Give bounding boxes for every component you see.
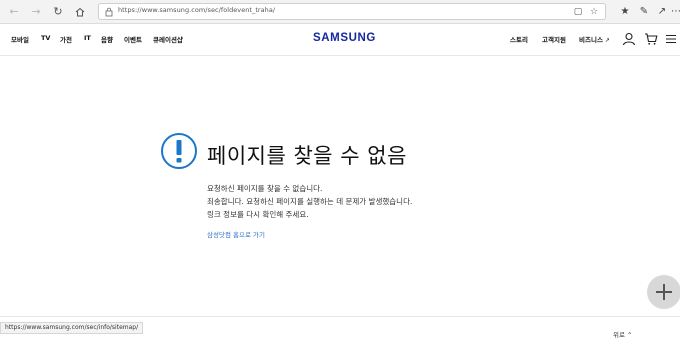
nav-item-it[interactable]: IT [84, 34, 91, 42]
favorites-icon[interactable]: ★ [617, 4, 633, 20]
nav-item-event[interactable]: 이벤트 [124, 34, 142, 44]
more-icon[interactable]: ⋯ [668, 4, 680, 20]
site-header: 모바일 TV 가전 IT 음향 이벤트 큐레이션샵 SAMSUNG 스토리 고객… [0, 24, 680, 56]
address-bar[interactable]: https://www.samsung.com/sec/foldevent_tr… [98, 3, 606, 20]
error-message-line-3: 링크 정보를 다시 확인해 주세요. [207, 210, 309, 219]
util-support-link[interactable]: 고객지원 [542, 34, 566, 44]
floating-add-button[interactable] [647, 275, 680, 309]
nav-item-audio[interactable]: 음향 [101, 34, 113, 44]
samsung-logo[interactable]: SAMSUNG [313, 32, 376, 44]
nav-item-tv[interactable]: TV [41, 34, 50, 42]
scroll-to-top-button[interactable]: 위로 ⌃ [613, 329, 633, 339]
home-icon[interactable] [72, 4, 88, 20]
util-business-label: 비즈니스 [579, 36, 603, 44]
refresh-icon[interactable]: ↻ [50, 4, 66, 20]
error-title: 페이지를 찾을 수 없음 [207, 144, 407, 168]
reader-view-icon[interactable]: ▢ [571, 5, 585, 19]
scroll-to-top-label: 위로 [613, 331, 625, 339]
back-arrow-icon[interactable]: ← [6, 4, 22, 20]
nav-item-curation-shop[interactable]: 큐레이션샵 [153, 34, 183, 44]
util-business-link[interactable]: 비즈니스 ↗ [579, 34, 610, 44]
url-text[interactable]: https://www.samsung.com/sec/foldevent_tr… [118, 6, 275, 14]
pen-icon[interactable]: ✎ [636, 4, 652, 20]
account-icon[interactable] [622, 32, 636, 46]
lock-icon [105, 7, 113, 17]
favorite-star-icon[interactable]: ☆ [587, 5, 601, 19]
nav-item-appliance[interactable]: 가전 [60, 34, 72, 44]
exclamation-icon [161, 133, 197, 169]
forward-arrow-icon[interactable]: → [28, 4, 44, 20]
error-message-line-1: 요청하신 페이지를 찾을 수 없습니다. [207, 184, 323, 193]
menu-icon[interactable] [664, 32, 678, 46]
chevron-up-icon: ⌃ [627, 331, 633, 339]
status-bar-url: https://www.samsung.com/sec/info/sitemap… [0, 322, 144, 334]
cart-icon[interactable] [644, 32, 658, 46]
util-story-link[interactable]: 스토리 [510, 34, 528, 44]
external-link-icon: ↗ [602, 37, 610, 44]
error-message-line-2: 죄송합니다. 요청하신 페이지를 실행하는 데 문제가 발생했습니다. [207, 197, 413, 206]
browser-toolbar: ← → ↻ https://www.samsung.com/sec/foldev… [0, 0, 680, 24]
home-link[interactable]: 삼성닷컴 홈으로 가기 [207, 229, 265, 239]
nav-item-mobile[interactable]: 모바일 [11, 34, 29, 44]
plus-icon-vertical [663, 284, 665, 300]
